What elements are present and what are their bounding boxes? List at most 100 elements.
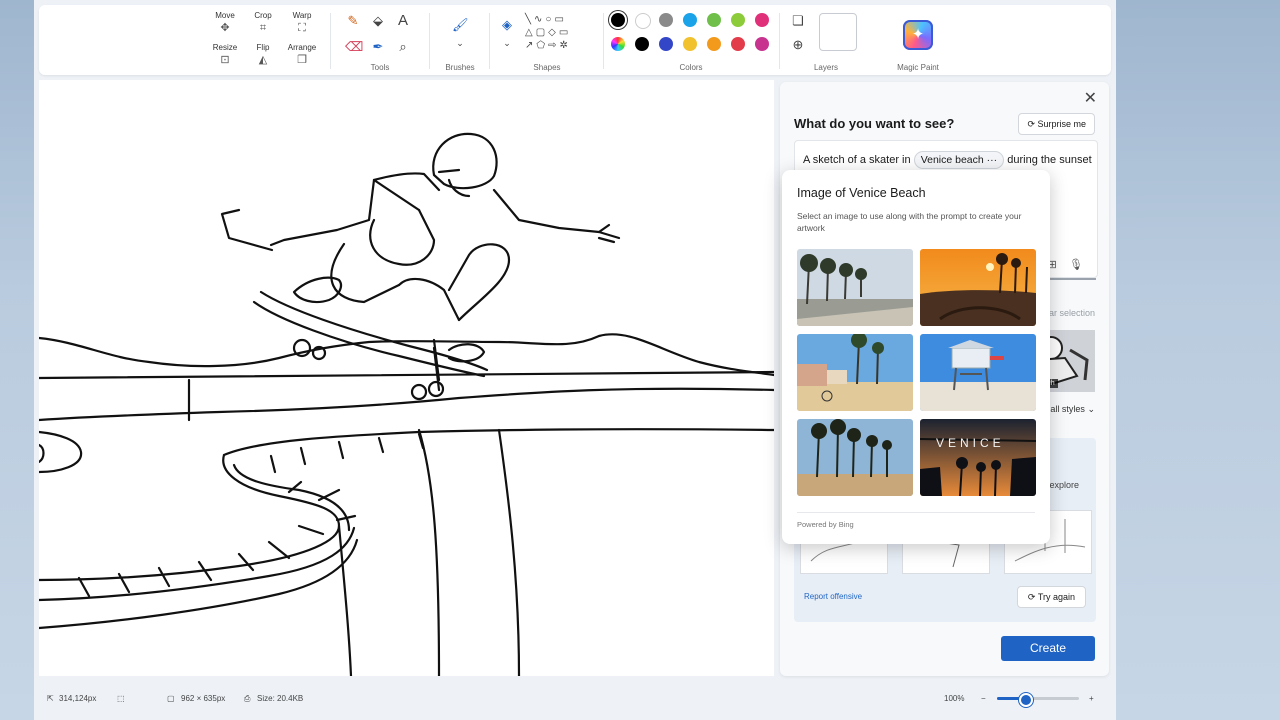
color-swatch[interactable] xyxy=(683,13,697,27)
crop-button[interactable]: Crop ⌗ xyxy=(246,11,280,34)
paint-app-window: Move ✥ Crop ⌗ Warp ⛶ Resize ⊡ Flip ◭ Arr… xyxy=(34,0,1116,720)
chevron-down-icon[interactable]: ⌄ xyxy=(452,35,468,51)
color-swatch[interactable] xyxy=(635,13,651,29)
pencil-icon[interactable]: ✎ xyxy=(345,13,361,29)
shapes-fill-icon[interactable]: ◈ xyxy=(499,17,515,33)
cursor-position: 314,124px xyxy=(59,694,97,703)
color-swatch[interactable] xyxy=(755,13,769,27)
venice-sign-text: VENICE xyxy=(936,436,1005,450)
color-swatch[interactable] xyxy=(731,37,745,51)
venice-image-1[interactable] xyxy=(797,249,913,326)
create-button[interactable]: Create xyxy=(1001,636,1095,661)
shape-gallery[interactable]: ╲∿○▭ △▢◇▭ ↗⬠⇨✲ xyxy=(525,13,571,52)
color-picker-icon[interactable]: ✒ xyxy=(370,39,386,55)
color-swatch[interactable] xyxy=(659,37,673,51)
drawing-canvas[interactable] xyxy=(39,80,774,676)
tools-label: Tools xyxy=(370,63,390,72)
eraser-icon[interactable]: ⌫ xyxy=(345,39,363,55)
chevron-down-icon: ⌄ xyxy=(1087,404,1095,414)
move-icon: ✥ xyxy=(220,22,230,34)
beach-boardwalk-photo xyxy=(797,334,913,411)
brush-icon[interactable]: 🖌 xyxy=(452,17,469,33)
prompt-text-after: during the sunset xyxy=(1007,154,1092,166)
flip-label: Flip xyxy=(256,43,270,52)
zoom-level: 100% xyxy=(944,694,965,703)
shapes-group: ◈ ⌄ ╲∿○▭ △▢◇▭ ↗⬠⇨✲ Shapes xyxy=(495,5,599,75)
toolbar-ribbon: Move ✥ Crop ⌗ Warp ⛶ Resize ⊡ Flip ◭ Arr… xyxy=(39,5,1111,75)
warp-label: Warp xyxy=(292,11,312,20)
color-swatch[interactable] xyxy=(755,37,769,51)
refresh-icon: ⟳ xyxy=(1027,119,1038,129)
color-wheel-icon[interactable] xyxy=(611,37,625,51)
selection-icon[interactable]: ⬚ xyxy=(117,694,125,703)
refresh-icon: ⟳ xyxy=(1027,592,1038,602)
resize-button[interactable]: Resize ⊡ xyxy=(208,43,242,66)
palm-silhouette-photo xyxy=(797,419,913,496)
venice-image-5[interactable] xyxy=(797,419,913,496)
location-chip[interactable]: Venice beach ··· xyxy=(913,151,1005,169)
resize-label: Resize xyxy=(212,43,238,52)
try-again-label: Try again xyxy=(1037,592,1075,602)
color-swatch[interactable] xyxy=(659,13,673,27)
divider xyxy=(330,13,331,69)
text-icon[interactable]: A xyxy=(395,13,411,29)
crop-icon: ⌗ xyxy=(259,22,267,34)
palm-promenade-photo xyxy=(797,249,913,326)
color-swatch[interactable] xyxy=(731,13,745,27)
zoom-in-button[interactable]: + xyxy=(1089,694,1094,703)
canvas-size-icon: ▢ xyxy=(167,694,175,703)
prompt-actions: ⊞ 🎙 xyxy=(1048,258,1083,271)
microphone-icon[interactable]: 🎙 xyxy=(1069,259,1083,271)
venice-image-2[interactable] xyxy=(920,249,1036,326)
divider xyxy=(779,13,780,69)
brushes-group: 🖌 ⌄ Brushes xyxy=(435,5,485,75)
cursor-icon: ⇱ xyxy=(47,694,54,703)
zoom-slider[interactable] xyxy=(997,693,1079,707)
file-size-icon: ⎙ xyxy=(244,694,251,703)
move-button[interactable]: Move ✥ xyxy=(208,11,242,34)
venice-image-4[interactable] xyxy=(920,334,1036,411)
surprise-me-label: Surprise me xyxy=(1037,119,1086,129)
layers-icon[interactable]: ❏ xyxy=(790,13,806,29)
shapes-label: Shapes xyxy=(533,63,561,72)
venice-image-3[interactable] xyxy=(797,334,913,411)
chevron-down-icon[interactable]: ⌄ xyxy=(499,35,515,51)
venice-image-6[interactable]: VENICE xyxy=(920,419,1036,496)
divider xyxy=(489,13,490,69)
powered-by-label: Powered by Bing xyxy=(797,520,854,529)
layer-thumbnail[interactable] xyxy=(819,13,857,51)
crop-label: Crop xyxy=(254,11,272,20)
add-layer-icon[interactable]: ⊕ xyxy=(790,37,806,53)
flip-button[interactable]: Flip ◭ xyxy=(246,43,280,66)
fill-icon[interactable]: ⬙ xyxy=(370,13,386,29)
magic-paint-label: Magic Paint xyxy=(897,63,939,72)
sparkle-icon: ✦ xyxy=(911,26,925,43)
close-icon[interactable]: ✕ xyxy=(1084,88,1097,108)
more-icon: ··· xyxy=(986,154,998,166)
color-swatch[interactable] xyxy=(635,37,649,51)
arrange-button[interactable]: Arrange ❐ xyxy=(285,43,319,66)
divider xyxy=(429,13,430,69)
color-swatch[interactable] xyxy=(683,37,697,51)
venice-sign-photo: VENICE xyxy=(920,419,1036,496)
brushes-label: Brushes xyxy=(445,63,475,72)
report-offensive-link[interactable]: Report offensive xyxy=(804,592,862,601)
file-size: Size: 20.4KB xyxy=(257,694,304,703)
move-label: Move xyxy=(215,11,235,20)
flip-icon: ◭ xyxy=(258,54,268,66)
warp-icon: ⛶ xyxy=(298,22,306,34)
location-chip-label: Venice beach xyxy=(920,154,984,166)
surprise-me-button[interactable]: ⟳ Surprise me xyxy=(1018,113,1095,135)
color-swatch[interactable] xyxy=(707,13,721,27)
color-swatch[interactable] xyxy=(707,37,721,51)
zoom-out-button[interactable]: − xyxy=(981,694,986,703)
warp-button[interactable]: Warp ⛶ xyxy=(285,11,319,34)
zoom-slider-thumb[interactable] xyxy=(1018,693,1033,707)
magic-paint-button[interactable]: ✦ xyxy=(903,20,933,50)
arrange-label: Arrange xyxy=(287,43,317,52)
color-swatch[interactable] xyxy=(611,13,625,27)
popup-subtitle: Select an image to use along with the pr… xyxy=(797,211,1022,233)
magnifier-icon[interactable]: ⌕ xyxy=(395,39,411,55)
try-again-button[interactable]: ⟳ Try again xyxy=(1016,586,1086,608)
colors-group: Colors xyxy=(607,5,775,75)
